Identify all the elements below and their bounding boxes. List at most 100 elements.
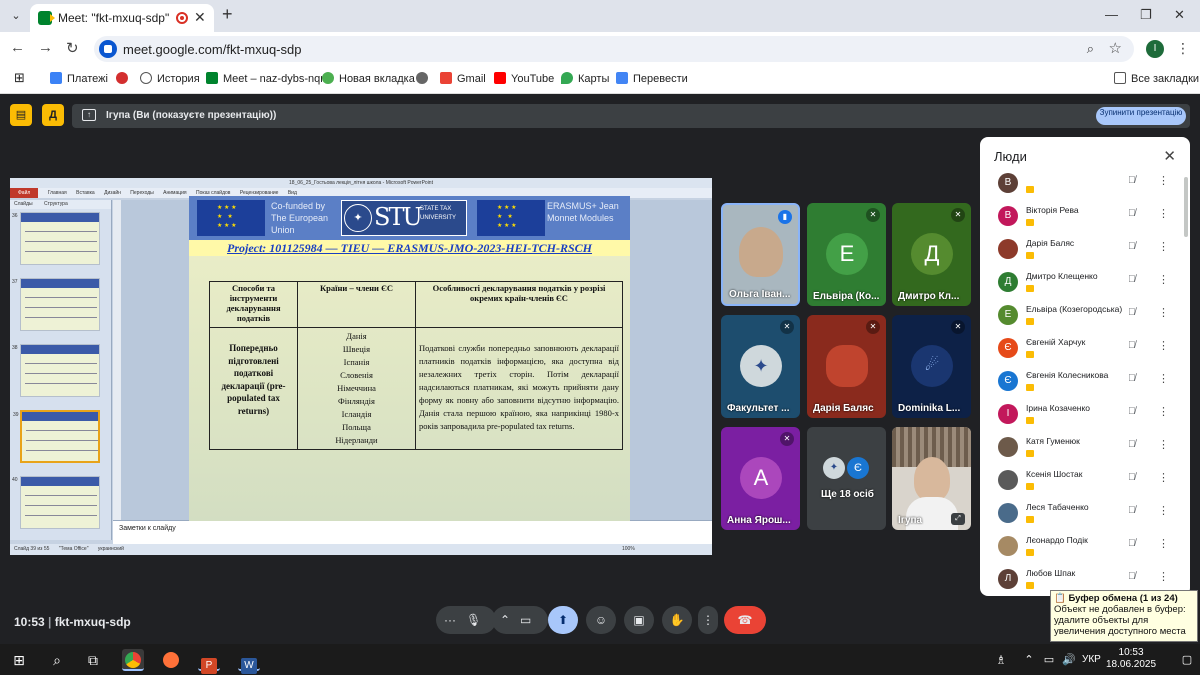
participant-tile[interactable]: ▮ Ольга Іван... [721,203,800,306]
tab-meet[interactable]: Meet: "fkt-mxuq-sdp" ✕ [30,4,214,32]
ppt-tab-home[interactable]: Главная [48,190,67,196]
volume-icon[interactable]: 🔊 [1058,649,1080,671]
word-taskbar-icon[interactable]: W [238,649,260,674]
participant-row[interactable]: Катя Гуменюк 🎙̸ ⋮ [980,433,1170,466]
more-options-button[interactable]: ⋮ [698,606,718,634]
mic-off-icon[interactable]: 🎙̸ [1128,439,1136,450]
more-vert-icon[interactable]: ⋮ [1158,273,1169,286]
participant-row[interactable]: В 🎙̸ ⋮ [980,169,1170,202]
bookmark-extension[interactable] [116,72,133,85]
people-scrollbar[interactable] [1184,177,1188,237]
more-vert-icon[interactable]: ⋮ [1158,438,1169,451]
task-view-icon[interactable]: ⧉ [82,649,104,671]
slide-thumbnail[interactable]: 37 [12,278,100,331]
notifications-icon[interactable]: ▢ [1176,649,1198,671]
bookmark-globe[interactable] [416,72,433,85]
raise-hand-button[interactable]: ✋ [662,606,692,634]
more-vert-icon[interactable]: ⋮ [1158,471,1169,484]
reload-icon[interactable]: ↻ [66,39,79,57]
participant-row[interactable]: Е Ельвіра (Козегородська) 🎙̸ ⋮ [980,301,1170,334]
all-bookmarks[interactable]: Все закладки [1114,72,1199,85]
forward-icon[interactable]: → [38,39,53,56]
mic-off-icon[interactable]: 🎙̸ [1128,406,1136,417]
reactions-button[interactable]: ☺ [586,606,616,634]
participant-tile[interactable]: ✕ А Анна Ярош... [721,427,800,530]
side-button-d[interactable]: Д [42,104,64,126]
present-button[interactable]: ⬆ [548,606,578,634]
tab-close-icon[interactable]: ✕ [194,9,206,26]
ppt-file-tab[interactable]: Файл [10,188,39,198]
taskbar-clock[interactable]: 10:53 18.06.2025 [1106,647,1156,671]
mic-off-icon[interactable]: 🎙̸ [1128,208,1136,219]
bookmark-meet[interactable]: Meet – naz-dybs-nqr [206,72,324,85]
bookmark-gmail[interactable]: Gmail [440,72,486,85]
tab-search-icon[interactable]: ⌄ [6,6,26,26]
apps-grid-icon[interactable]: ⊞ [14,70,25,86]
ppt-tab-design[interactable]: Дизайн [104,190,121,196]
thumb-tab-outline[interactable]: Структура [44,201,68,207]
firefox-taskbar-icon[interactable] [160,649,182,671]
participant-row[interactable]: Є Євгенія Колесникова 🎙̸ ⋮ [980,367,1170,400]
ppt-tab-insert[interactable]: Вставка [76,190,95,196]
slide-thumbnail-selected[interactable]: 39 [13,410,100,463]
bookmark-maps[interactable]: Карты [561,72,609,85]
participant-row[interactable]: І Ірина Козаченко 🎙̸ ⋮ [980,400,1170,433]
participant-row[interactable]: В Вікторія Рева 🎙̸ ⋮ [980,202,1170,235]
chrome-taskbar-icon[interactable] [122,649,144,671]
back-icon[interactable]: ← [10,39,25,56]
thumb-tab-slides[interactable]: Слайды [14,201,33,207]
more-vert-icon[interactable]: ⋮ [1158,207,1169,220]
bookmark-new-tab[interactable]: Новая вкладка [322,72,415,85]
bookmark-translate[interactable]: Перевести [616,72,688,85]
mic-off-icon[interactable]: 🎙̸ [1128,505,1136,516]
new-tab-button[interactable]: + [222,4,233,25]
more-vert-icon[interactable]: ⋮ [1158,504,1169,517]
participant-tile[interactable]: ✕ ☄ Dominika L... [892,315,971,418]
battery-icon[interactable]: ▭ [1038,649,1060,671]
mic-off-icon[interactable]: 🎙̸ [1128,571,1136,582]
url-text[interactable]: meet.google.com/fkt-mxuq-sdp [123,42,301,57]
people-tray-icon[interactable]: ♗ [990,649,1012,671]
slide-thumbnail[interactable]: 40 [12,476,100,529]
slide-notes[interactable]: Заметки к слайду [113,520,712,544]
more-vert-icon[interactable]: ⋮ [1158,306,1169,319]
zoom-icon[interactable]: ⌕ [1087,41,1094,57]
mic-off-icon[interactable]: 🎙̸ [1128,340,1136,351]
address-bar[interactable]: meet.google.com/fkt-mxuq-sdp ⌕ ☆ [94,36,1134,62]
bookmark-star-icon[interactable]: ☆ [1109,39,1122,57]
mic-off-icon[interactable]: 🎙̸ [1128,373,1136,384]
site-info-icon[interactable] [99,40,117,58]
more-vert-icon[interactable]: ⋮ [1158,372,1169,385]
mic-off-icon[interactable]: 🎙̸ [1128,241,1136,252]
restore-icon[interactable]: ❐ [1140,7,1152,23]
close-window-icon[interactable]: ✕ [1174,7,1185,23]
clipboard-notification[interactable]: 📋 Буфер обмена (1 из 24) Объект не добав… [1050,590,1198,642]
close-people-icon[interactable]: ✕ [1163,147,1176,165]
participant-tile[interactable]: ✕ Д Дмитро Кл... [892,203,971,306]
profile-avatar[interactable]: I [1146,40,1164,58]
more-vert-icon[interactable]: ⋮ [1158,240,1169,253]
bookmark-history[interactable]: История [140,72,200,85]
participant-row[interactable]: Є Євгеній Харчук 🎙̸ ⋮ [980,334,1170,367]
stop-presenting-button[interactable]: Зупинити презентацію [1096,107,1186,125]
mic-off-icon[interactable]: 🎙̸ [1128,538,1136,549]
windows-start-icon[interactable]: ⊞ [8,649,30,671]
more-mic-options[interactable]: ··· 🎙 [436,606,496,634]
status-zoom[interactable]: 100% [622,544,635,555]
input-language[interactable]: УКР [1082,654,1101,665]
participant-row[interactable]: Лєонардо Подік 🎙̸ ⋮ [980,532,1170,565]
participant-row[interactable]: Ксенія Шостак 🎙̸ ⋮ [980,466,1170,499]
participant-row[interactable]: Д Дмитро Клещенко 🎙̸ ⋮ [980,268,1170,301]
participant-tile[interactable]: ✕ Е Ельвіра (Ко... [807,203,886,306]
camera-control[interactable]: ⌃ ▭ [492,606,548,634]
browser-menu-icon[interactable]: ⋮ [1176,40,1190,57]
more-participants-tile[interactable]: ✦ Є Ще 18 осіб [807,427,886,530]
more-vert-icon[interactable]: ⋮ [1158,405,1169,418]
search-icon[interactable]: ⌕ [46,649,68,671]
self-tile[interactable]: Ігупа ⤢ [892,427,971,530]
ppt-tab-animation[interactable]: Анимация [163,190,186,196]
minimize-icon[interactable]: — [1105,7,1118,22]
captions-button[interactable]: ▣ [624,606,654,634]
slide-thumbnail[interactable]: 38 [12,344,100,397]
mic-off-icon[interactable]: 🎙̸ [1128,307,1136,318]
